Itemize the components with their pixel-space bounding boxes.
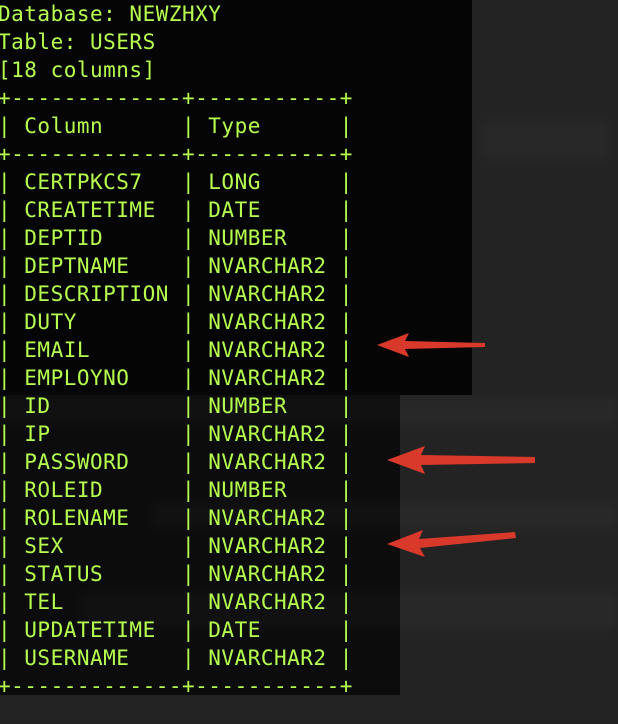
columns-count-line: [18 columns] [0, 58, 156, 82]
table-row: | EMPLOYNO | NVARCHAR2 | [0, 366, 353, 390]
table-row: | ROLEID | NUMBER | [0, 478, 353, 502]
table-row: | IP | NVARCHAR2 | [0, 422, 353, 446]
background-blur [480, 120, 610, 160]
table-row: | CREATETIME | DATE | [0, 198, 353, 222]
table-line: Table: USERS [0, 30, 156, 54]
table-row: | ID | NUMBER | [0, 394, 353, 418]
table-row: | STATUS | NVARCHAR2 | [0, 562, 353, 586]
arrow-left-icon [377, 333, 485, 357]
table-row: | ROLENAME | NVARCHAR2 | [0, 506, 353, 530]
table-border-mid: +-------------+-----------+ [0, 142, 353, 166]
table-row: | UPDATETIME | DATE | [0, 618, 353, 642]
table-row: | USERNAME | NVARCHAR2 | [0, 646, 353, 670]
table-border-top: +-------------+-----------+ [0, 86, 353, 110]
table-row: | CERTPKCS7 | LONG | [0, 170, 353, 194]
table-row: | TEL | NVARCHAR2 | [0, 590, 353, 614]
table-row: | SEX | NVARCHAR2 | [0, 534, 353, 558]
table-row: | DEPTID | NUMBER | [0, 226, 353, 250]
terminal-output: Database: NEWZHXY Table: USERS [18 columns… [0, 0, 353, 700]
database-line: Database: NEWZHXY [0, 2, 222, 26]
terminal-window: Database: NEWZHXY Table: USERS [18 columns… [0, 0, 618, 724]
table-row: | EMAIL | NVARCHAR2 | [0, 338, 353, 362]
table-border-bottom: +-------------+-----------+ [0, 674, 353, 698]
table-row: | DEPTNAME | NVARCHAR2 | [0, 254, 353, 278]
arrow-left-icon [387, 446, 535, 474]
table-row: | DUTY | NVARCHAR2 | [0, 310, 353, 334]
table-row: | DESCRIPTION | NVARCHAR2 | [0, 282, 353, 306]
arrow-left-icon [387, 530, 516, 557]
table-header-row: | Column | Type | [0, 114, 353, 138]
table-body: | CERTPKCS7 | LONG | | CREATETIME | DATE … [0, 168, 353, 672]
table-row: | PASSWORD | NVARCHAR2 | [0, 450, 353, 474]
